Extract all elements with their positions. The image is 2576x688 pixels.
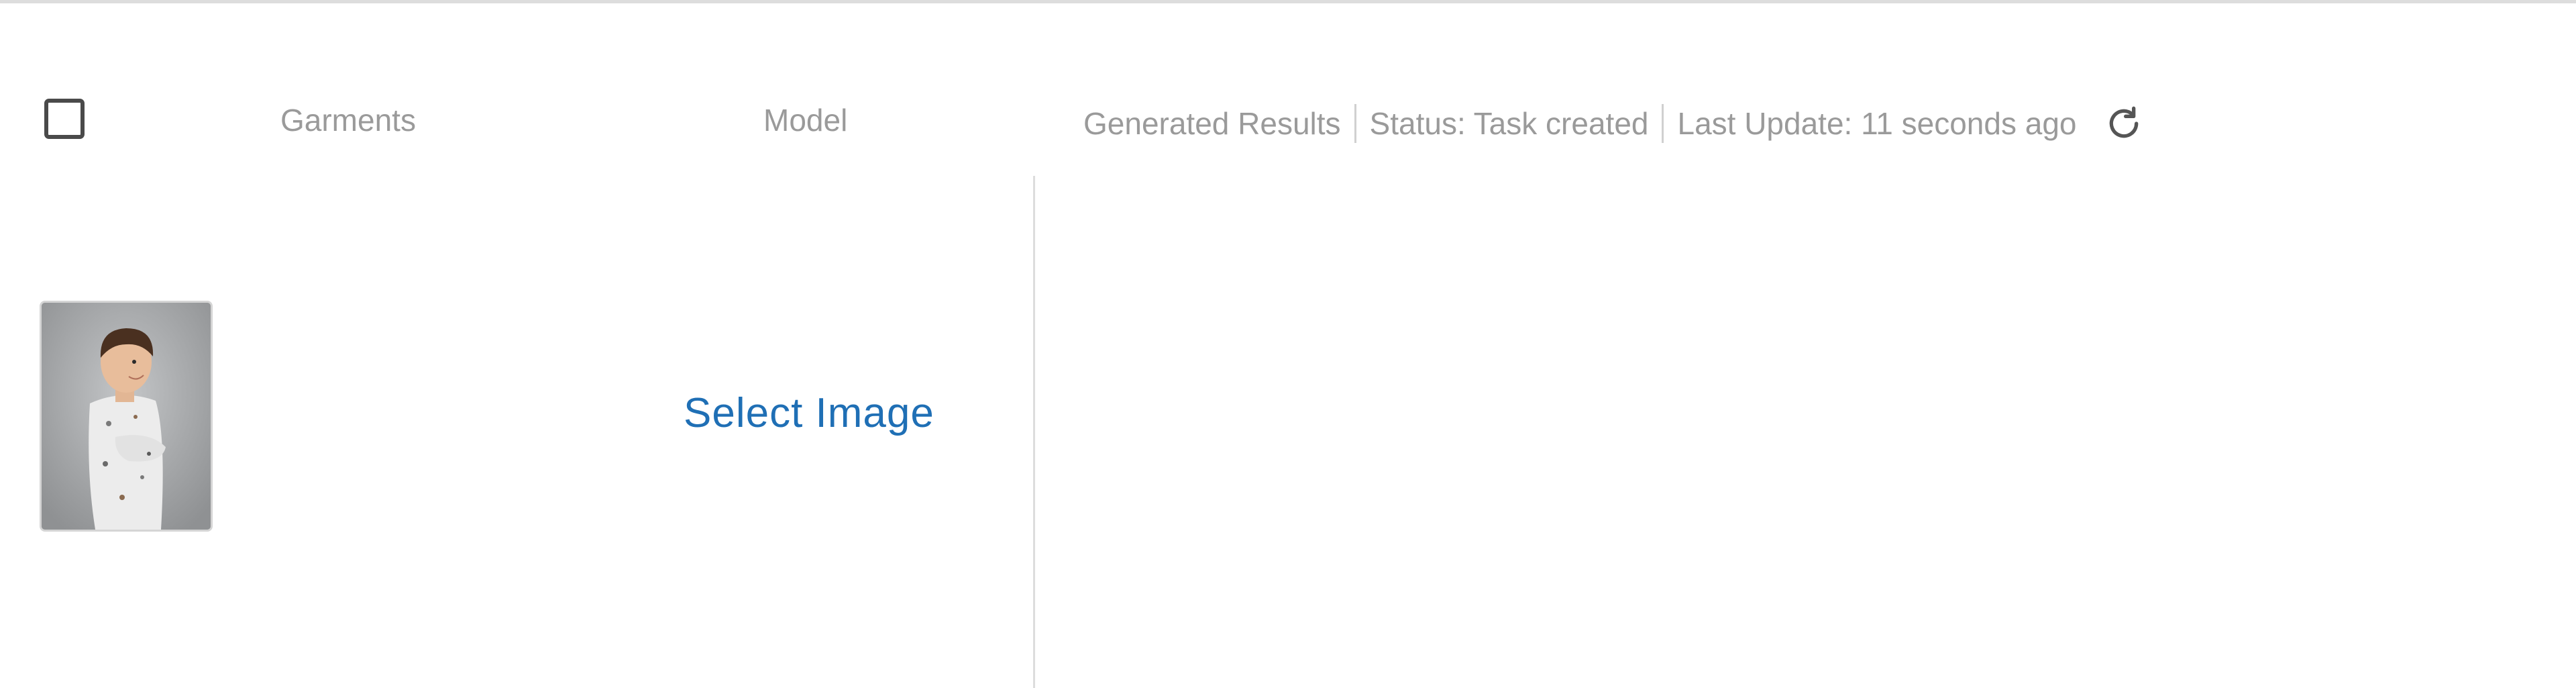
select-all-checkbox[interactable] bbox=[44, 99, 85, 139]
refresh-icon[interactable] bbox=[2102, 102, 2145, 145]
results-status-bar: Generated Results Status: Task created L… bbox=[1083, 102, 2145, 145]
separator bbox=[1354, 104, 1356, 143]
column-divider bbox=[1033, 176, 1035, 688]
status-text: Status: Task created bbox=[1369, 106, 1649, 141]
table-header: Garments Model Generated Results Status:… bbox=[0, 87, 2576, 154]
last-update-text: Last Update: 11 seconds ago bbox=[1677, 106, 2077, 141]
separator bbox=[1662, 104, 1664, 143]
select-image-link[interactable]: Select Image bbox=[684, 389, 934, 437]
generated-results-header: Generated Results bbox=[1083, 106, 1341, 141]
garments-column-header: Garments bbox=[280, 103, 416, 138]
top-divider bbox=[0, 0, 2576, 3]
garment-thumbnail[interactable] bbox=[40, 301, 213, 532]
model-column-header: Model bbox=[763, 103, 848, 138]
